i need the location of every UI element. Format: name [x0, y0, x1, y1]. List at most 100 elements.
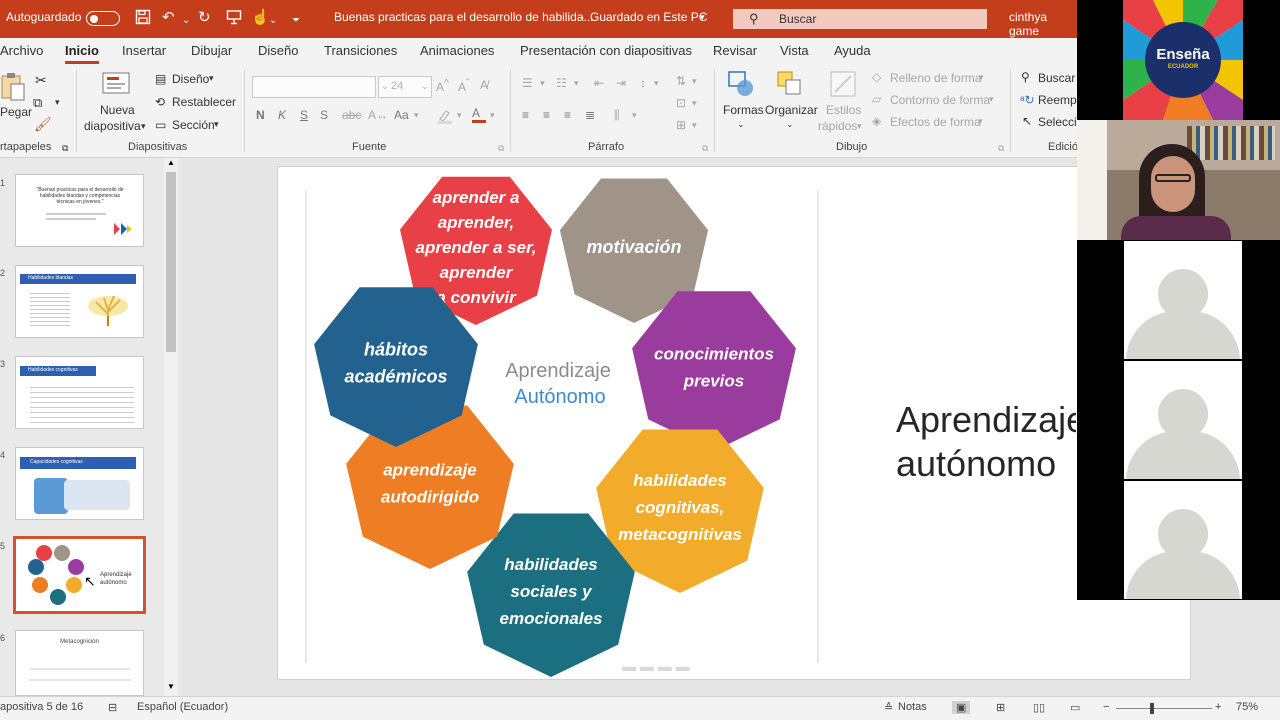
video-tile-presenter[interactable]	[1077, 120, 1280, 240]
clear-format-icon[interactable]: A̸	[480, 78, 488, 92]
arrange-icon[interactable]	[776, 70, 804, 98]
numbering-icon[interactable]: ☷	[556, 76, 567, 90]
line-spacing-icon[interactable]: ↕	[640, 76, 646, 90]
section-icon[interactable]: ▭	[155, 118, 166, 132]
bullets-icon[interactable]: ☰	[522, 76, 533, 90]
tab-inicio[interactable]: Inicio	[65, 43, 99, 64]
tab-animaciones[interactable]: Animaciones	[420, 43, 494, 58]
drawing-launcher-icon[interactable]: ⧉	[998, 143, 1004, 154]
layout-button[interactable]: Diseño	[172, 72, 209, 86]
shape-outline-button[interactable]: Contorno de forma	[890, 93, 990, 107]
shape-fill-chevron-icon[interactable]: ▾	[979, 72, 984, 83]
shape-fill-icon[interactable]: ◇	[872, 70, 881, 84]
shapes-chevron-icon[interactable]: ⌄	[737, 119, 745, 130]
section-chevron-icon[interactable]: ▾	[214, 119, 219, 130]
quick-styles-icon[interactable]	[829, 70, 857, 98]
notes-icon[interactable]: ≙	[884, 701, 893, 714]
font-name-field[interactable]	[252, 76, 376, 98]
copy-dropdown-icon[interactable]: ▾	[55, 97, 60, 108]
tab-ayuda[interactable]: Ayuda	[834, 43, 871, 58]
tab-presentacion[interactable]: Presentación con diapositivas	[520, 43, 692, 58]
line-spacing-chevron-icon[interactable]: ▾	[654, 78, 659, 89]
columns-icon[interactable]: ⫼	[614, 108, 620, 123]
user-name[interactable]: cinthya game	[1009, 10, 1077, 38]
columns-chevron-icon[interactable]: ▾	[632, 110, 637, 121]
notes-button[interactable]: Notas	[898, 701, 927, 713]
customize-qat-icon[interactable]: ⏷	[292, 12, 300, 30]
align-right-icon[interactable]: ≡	[564, 108, 571, 122]
highlight-chevron-icon[interactable]: ▾	[457, 110, 462, 121]
participant-avatar[interactable]	[1124, 481, 1242, 599]
tab-revisar[interactable]: Revisar	[713, 43, 757, 58]
italic-button[interactable]: K	[278, 108, 286, 122]
touch-mode-icon[interactable]: ☝	[251, 9, 270, 27]
quick-styles-label-2[interactable]: rápidos	[818, 119, 857, 133]
slide-thumbnail-4[interactable]: Capacidades cognitivas	[15, 447, 144, 520]
accessibility-icon[interactable]: ⊟	[108, 701, 117, 714]
slide-sorter-icon[interactable]: ⊞	[996, 701, 1005, 714]
change-case-button[interactable]: Aa	[394, 108, 409, 122]
undo-dropdown-icon[interactable]: ⌄	[182, 12, 190, 30]
replace-icon[interactable]: ᵃ↻	[1020, 93, 1035, 107]
grow-font-icon[interactable]: A^	[436, 78, 449, 94]
save-status[interactable]: Guardado en Este PC	[590, 10, 707, 24]
new-slide-chevron-icon[interactable]: ▾	[141, 121, 146, 132]
format-painter-icon[interactable]: 🖌	[34, 116, 52, 133]
bullets-chevron-icon[interactable]: ▾	[540, 78, 545, 89]
thumbnails-scrollbar[interactable]: ▲ ▼	[164, 158, 178, 696]
scroll-up-icon[interactable]: ▲	[167, 158, 175, 167]
slide-thumbnail-3[interactable]: Habilidades cognitivas	[15, 356, 144, 429]
justify-icon[interactable]: ≣	[585, 108, 595, 122]
shape-effects-icon[interactable]: ◈	[872, 114, 881, 128]
present-from-start-icon[interactable]	[226, 9, 242, 30]
search-box[interactable]: ⚲ Buscar	[733, 9, 987, 29]
normal-view-icon[interactable]: ▣	[952, 701, 971, 714]
align-text-icon[interactable]: ⊡	[676, 96, 686, 110]
language-indicator[interactable]: Español (Ecuador)	[137, 701, 228, 713]
font-color-chevron-icon[interactable]: ▾	[490, 110, 495, 121]
shape-effects-chevron-icon[interactable]: ▾	[978, 116, 983, 127]
change-case-chevron-icon[interactable]: ▾	[414, 110, 419, 121]
zoom-out-icon[interactable]: −	[1103, 701, 1109, 713]
quick-styles-chevron-icon[interactable]: ▾	[857, 121, 862, 132]
decrease-indent-icon[interactable]: ⇤	[594, 76, 604, 90]
quick-styles-label-1[interactable]: Estilos	[826, 103, 861, 117]
redo-icon[interactable]: ↻	[198, 9, 211, 27]
section-button[interactable]: Sección	[172, 118, 215, 132]
bold-button[interactable]: N	[256, 108, 265, 122]
arrange-label[interactable]: Organizar	[765, 103, 818, 117]
autosave-toggle[interactable]	[86, 11, 120, 26]
slide-thumbnail-2[interactable]: Habilidades blandas	[15, 265, 144, 338]
touch-dropdown-icon[interactable]: ⌄	[269, 12, 277, 30]
tab-transiciones[interactable]: Transiciones	[324, 43, 397, 58]
new-slide-label-2[interactable]: diapositiva	[84, 119, 141, 133]
reset-button[interactable]: Restablecer	[172, 95, 236, 109]
align-left-icon[interactable]: ≡	[522, 108, 529, 122]
text-direction-icon[interactable]: ⇅	[676, 74, 686, 88]
new-slide-label-1[interactable]: Nueva	[100, 103, 135, 117]
font-color-icon[interactable]: A	[472, 106, 486, 123]
save-status-chevron-icon[interactable]: ▾	[700, 12, 705, 23]
layout-icon[interactable]: ▤	[155, 72, 166, 86]
smartart-icon[interactable]: ⊞	[676, 118, 686, 132]
char-spacing-icon[interactable]: A↔	[368, 108, 388, 122]
slide-title[interactable]: Aprendizaje autónomo	[896, 398, 1076, 486]
arrange-chevron-icon[interactable]: ⌄	[786, 119, 794, 130]
shrink-font-icon[interactable]: Aˇ	[458, 78, 469, 94]
scroll-down-icon[interactable]: ▼	[167, 682, 175, 691]
find-icon[interactable]: ⚲	[1021, 70, 1030, 84]
undo-icon[interactable]: ↶	[162, 9, 175, 27]
numbering-chevron-icon[interactable]: ▾	[574, 78, 579, 89]
slideshow-icon[interactable]: ▭	[1070, 701, 1080, 714]
zoom-slider[interactable]	[1116, 708, 1212, 709]
font-size-field[interactable]: ⌄ 24 ⌄	[378, 76, 432, 98]
cut-icon[interactable]: ✂	[35, 72, 47, 89]
copy-icon[interactable]: ⧉	[33, 95, 42, 111]
tab-insertar[interactable]: Insertar	[122, 43, 166, 58]
reset-icon[interactable]: ⟲	[155, 95, 165, 109]
replace-button[interactable]: Reempl	[1038, 93, 1079, 107]
strikethrough-icon[interactable]: abc	[342, 108, 361, 122]
shape-fill-button[interactable]: Relleno de forma	[890, 71, 981, 85]
shadow-button[interactable]: S	[320, 108, 328, 122]
align-text-chevron-icon[interactable]: ▾	[692, 98, 697, 109]
